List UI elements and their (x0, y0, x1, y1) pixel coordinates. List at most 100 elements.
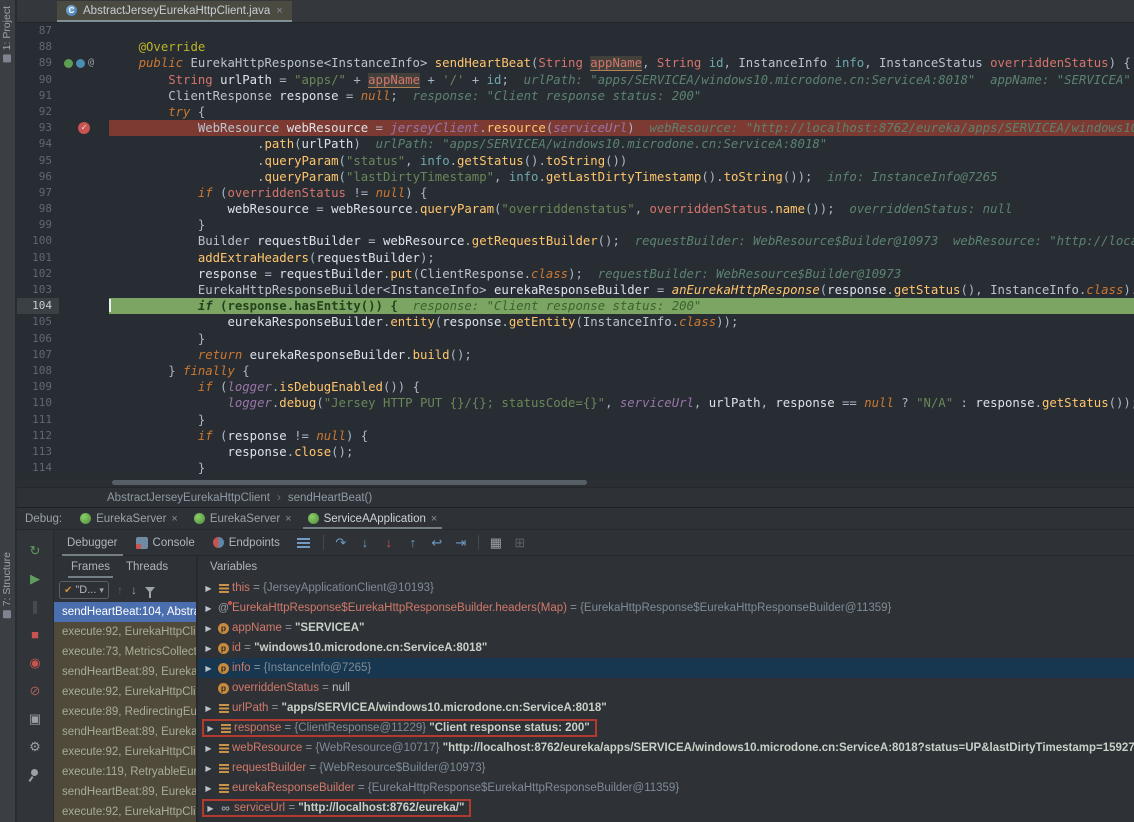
line-number-gutter[interactable]: 110 (17, 395, 59, 411)
expand-arrow-icon[interactable]: ▶ (202, 604, 215, 613)
debug-session-tab[interactable]: EurekaServer× (72, 508, 186, 529)
code-text[interactable]: eurekaResponseBuilder.entity(response.ge… (109, 314, 1134, 330)
code-text[interactable]: .path(urlPath) urlPath: "apps/SERVICEA/w… (109, 136, 1134, 152)
line-number-gutter[interactable]: 112 (17, 428, 59, 444)
settings-gear-icon[interactable]: ⚙ (26, 738, 44, 756)
code-text[interactable]: String urlPath = "apps/" + appName + '/'… (109, 72, 1134, 88)
close-session-icon[interactable]: × (171, 513, 177, 525)
code-text[interactable]: addExtraHeaders(requestBuilder); (109, 250, 1134, 266)
expand-arrow-icon[interactable]: ▶ (202, 764, 215, 773)
previous-frame-icon[interactable]: ↑ (117, 583, 123, 597)
expand-arrow-icon[interactable]: ▶ (202, 744, 215, 753)
stack-frame[interactable]: sendHeartBeat:89, EurekaHt (54, 782, 196, 802)
stack-frame[interactable]: execute:92, EurekaHttpClien (54, 622, 196, 642)
stack-frame[interactable]: execute:92, EurekaHttpClient (54, 742, 196, 762)
stack-frame[interactable]: sendHeartBeat:104, Abstract (54, 602, 196, 622)
line-number-gutter[interactable]: 106 (17, 331, 59, 347)
code-text[interactable]: EurekaHttpResponseBuilder<InstanceInfo> … (109, 282, 1134, 298)
variable-row[interactable]: ▶@EurekaHttpResponse$EurekaHttpResponseB… (198, 598, 1134, 618)
code-text[interactable]: return eurekaResponseBuilder.build(); (109, 347, 1134, 363)
run-to-cursor-icon[interactable]: ⇥ (449, 535, 473, 551)
line-number-gutter[interactable]: 90 (17, 72, 59, 88)
expand-arrow-icon[interactable]: ▶ (202, 624, 215, 633)
breadcrumb-method[interactable]: sendHeartBeat() (288, 492, 372, 504)
breakpoint-icon[interactable]: ✓ (78, 122, 90, 134)
tab-threads[interactable]: Threads (119, 556, 175, 578)
stack-frame[interactable]: sendHeartBeat:89, Eureka (54, 662, 196, 682)
rerun-icon[interactable]: ↻ (26, 542, 44, 560)
line-number-gutter[interactable]: 95 (17, 153, 59, 169)
line-number-gutter[interactable]: 97 (17, 185, 59, 201)
variable-row[interactable]: ▶pappName = "SERVICEA" (198, 618, 1134, 638)
mute-breakpoints-icon[interactable]: ⊘ (26, 682, 44, 700)
stop-icon[interactable]: ■ (26, 626, 44, 644)
line-number-gutter[interactable]: 88 (17, 39, 59, 55)
code-text[interactable]: webResource = webResource.queryParam("ov… (109, 201, 1134, 217)
line-number-gutter[interactable]: 114 (17, 460, 59, 476)
line-number-gutter[interactable]: 108 (17, 363, 59, 379)
pause-icon[interactable]: ∥ (26, 598, 44, 616)
line-number-gutter[interactable]: 113 (17, 444, 59, 460)
variable-row[interactable]: ▶∞serviceUrl = "http://localhost:8762/eu… (198, 798, 1134, 818)
line-number-gutter[interactable]: 109 (17, 379, 59, 395)
stack-frame[interactable]: execute:119, RetryableEurek (54, 762, 196, 782)
line-number-gutter[interactable]: 87 (17, 23, 59, 39)
line-number-gutter[interactable]: 101 (17, 250, 59, 266)
code-text[interactable]: .queryParam("status", info.getStatus().t… (109, 153, 1134, 169)
editor-tab-active[interactable]: C AbstractJerseyEurekaHttpClient.java × (57, 1, 292, 22)
force-step-into-icon[interactable]: ↓ (377, 535, 401, 550)
line-number-gutter[interactable]: 103 (17, 282, 59, 298)
pin-icon[interactable] (26, 766, 44, 784)
line-number-gutter[interactable]: 104 (17, 298, 59, 314)
close-session-icon[interactable]: × (431, 513, 437, 525)
code-text[interactable]: } (109, 217, 1134, 233)
line-number-gutter[interactable]: 91 (17, 88, 59, 104)
expand-arrow-icon[interactable]: ▶ (204, 804, 217, 813)
line-number-gutter[interactable]: 105 (17, 314, 59, 330)
code-text[interactable]: logger.debug("Jersey HTTP PUT {}/{}; sta… (109, 395, 1134, 411)
line-number-gutter[interactable]: 100 (17, 233, 59, 249)
tab-frames[interactable]: Frames (64, 556, 117, 578)
code-text[interactable]: @Override (109, 39, 1134, 55)
tab-debugger[interactable]: Debugger (58, 530, 127, 556)
code-text[interactable]: if (response != null) { (109, 428, 1134, 444)
variable-row[interactable]: ▶response = {ClientResponse@11229} "Clie… (198, 718, 1134, 738)
line-number-gutter[interactable]: 98 (17, 201, 59, 217)
view-breakpoints-icon[interactable]: ◉ (26, 654, 44, 672)
code-text[interactable]: response.close(); (109, 444, 1134, 460)
line-number-gutter[interactable]: 89 (17, 55, 59, 71)
code-text[interactable]: Builder requestBuilder = webResource.get… (109, 233, 1134, 249)
code-text[interactable] (109, 23, 1134, 39)
code-text[interactable]: .queryParam("lastDirtyTimestamp", info.g… (109, 169, 1134, 185)
step-over-icon[interactable]: ↷ (329, 535, 353, 551)
expand-arrow-icon[interactable]: ▶ (202, 584, 215, 593)
line-number-gutter[interactable]: 99 (17, 217, 59, 233)
line-number-gutter[interactable]: 111 (17, 412, 59, 428)
line-number-gutter[interactable]: 93 (17, 120, 59, 136)
next-frame-icon[interactable]: ↓ (131, 583, 137, 597)
scrollbar-thumb[interactable] (112, 480, 587, 485)
expand-arrow-icon[interactable]: ▶ (202, 644, 215, 653)
stack-frame[interactable]: execute:92, EurekaHttpClient (54, 802, 196, 822)
line-number-gutter[interactable]: 94 (17, 136, 59, 152)
stack-frame[interactable]: sendHeartBeat:89, EurekaH (54, 722, 196, 742)
stack-frame[interactable]: execute:89, RedirectingEure (54, 702, 196, 722)
code-editor[interactable]: 8788 @Override89@ public EurekaHttpRespo… (17, 23, 1134, 479)
filter-frames-icon[interactable] (145, 587, 155, 593)
evaluate-expression-icon[interactable]: ▦ (484, 535, 508, 551)
drop-frame-icon[interactable]: ↩ (425, 535, 449, 551)
variable-row[interactable]: ▶requestBuilder = {WebResource$Builder@1… (198, 758, 1134, 778)
view-options-icon[interactable] (297, 538, 310, 548)
code-text[interactable]: response = requestBuilder.put(ClientResp… (109, 266, 1134, 282)
variable-row[interactable]: poverriddenStatus = null (198, 678, 1134, 698)
tab-endpoints[interactable]: Endpoints (204, 530, 289, 556)
expand-arrow-icon[interactable]: ▶ (202, 704, 215, 713)
code-text[interactable]: if (overriddenStatus != null) { (109, 185, 1134, 201)
variable-row[interactable]: ▶pid = "windows10.microdone.cn:ServiceA:… (198, 638, 1134, 658)
variable-row[interactable]: ▶urlPath = "apps/SERVICEA/windows10.micr… (198, 698, 1134, 718)
layout-settings-icon[interactable]: ⊞ (508, 535, 532, 551)
stack-frame[interactable]: execute:92, EurekaHttpClient (54, 682, 196, 702)
close-session-icon[interactable]: × (285, 513, 291, 525)
code-text[interactable]: } finally { (109, 363, 1134, 379)
debug-session-tab[interactable]: EurekaServer× (186, 508, 300, 529)
